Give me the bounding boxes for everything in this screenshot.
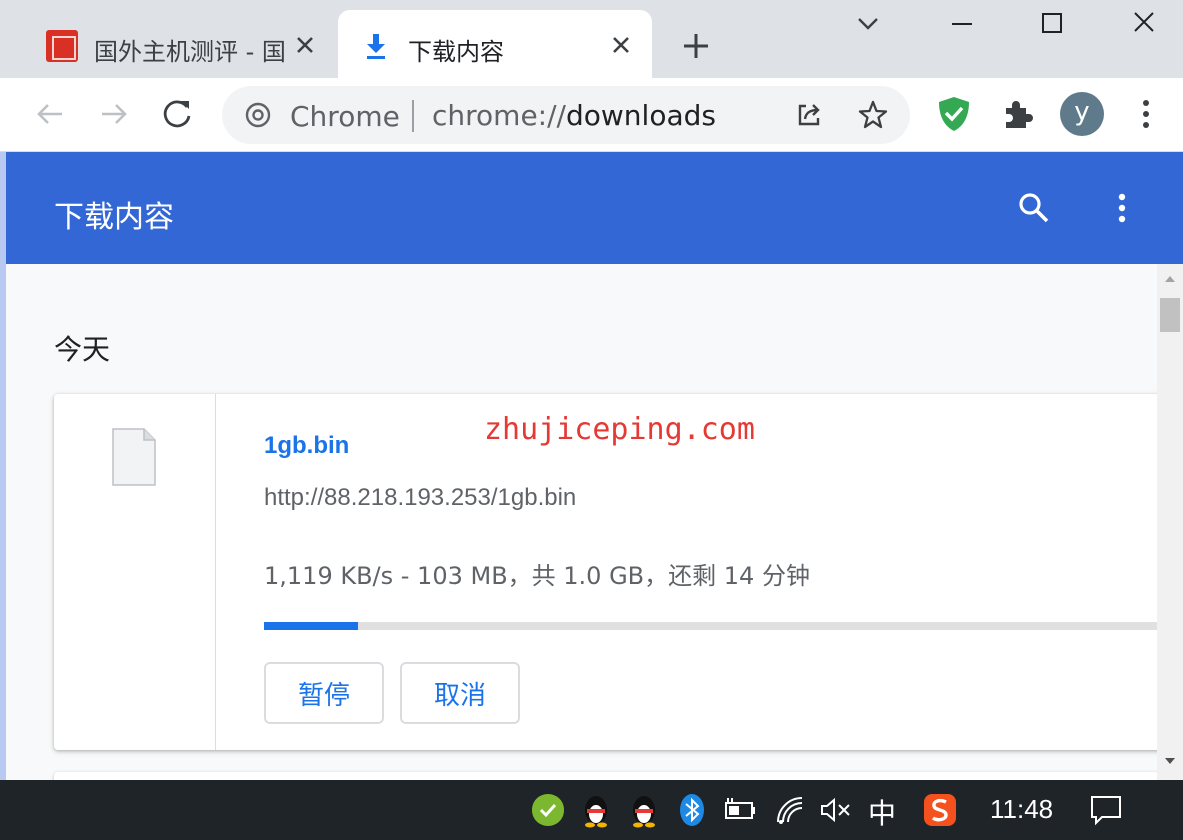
search-icon[interactable] [1014,188,1054,228]
file-name-link[interactable]: 1gb.bin [264,432,349,460]
wifi-icon[interactable] [772,792,808,828]
site-logo-icon [46,30,78,62]
security-chip[interactable]: Chrome [290,100,400,133]
forward-button[interactable] [92,92,136,136]
download-progress-fill [264,622,358,630]
profile-avatar[interactable]: y [1060,92,1104,136]
maximize-button[interactable] [1032,6,1072,42]
tab-title: 国外主机测评 - 国 [94,38,284,66]
notification-center-icon[interactable] [1088,792,1124,828]
download-progress-bar [264,622,1157,630]
address-bar[interactable]: Chrome chrome://downloads [222,86,910,144]
window-close-button[interactable] [1124,6,1164,42]
minimize-button[interactable] [942,6,982,42]
battery-icon[interactable] [722,792,758,828]
system-clock[interactable]: 11:48 [990,794,1053,825]
pause-button[interactable]: 暂停 [264,662,384,724]
back-button[interactable] [28,92,72,136]
download-item: 1gb.bin http://88.218.193.253/1gb.bin 1,… [54,394,1157,750]
close-icon[interactable] [290,30,320,60]
reload-button[interactable] [156,92,200,136]
scrollbar-thumb[interactable] [1160,298,1180,332]
new-tab-button[interactable] [676,26,716,66]
close-icon[interactable] [606,30,636,60]
share-icon[interactable] [792,98,826,132]
windows-taskbar: 中 11:48 [0,780,1183,840]
file-icon [112,428,156,486]
adguard-shield-icon[interactable] [934,94,974,134]
browser-toolbar: Chrome chrome://downloads y [0,78,1183,152]
scroll-down-arrow-icon[interactable] [1163,754,1177,768]
qq-penguin-icon[interactable] [626,792,662,828]
tab-strip: 国外主机测评 - 国 下载内容 [0,0,1183,78]
scroll-up-arrow-icon[interactable] [1163,272,1177,286]
chrome-logo-icon [245,102,271,128]
watermark-text: zhujiceping.com [484,412,755,447]
chrome-menu-icon[interactable] [1130,94,1162,134]
downloads-header: 下载内容 [6,152,1183,264]
bookmark-star-icon[interactable] [856,98,890,132]
input-method-indicator[interactable]: 中 [868,792,896,832]
download-status: 1,119 KB/s - 103 MB，共 1.0 GB，还剩 14 分钟 [264,562,810,590]
volume-muted-icon[interactable] [818,792,854,828]
download-item-next [54,772,1157,780]
chip-divider [412,100,414,132]
file-source-url[interactable]: http://88.218.193.253/1gb.bin [264,484,576,512]
page-title: 下载内容 [54,200,174,235]
file-icon-column [54,394,216,750]
tab-title: 下载内容 [408,38,504,66]
cancel-button[interactable]: 取消 [400,662,520,724]
date-section-header: 今天 [54,333,111,366]
tab-search-chevron-icon[interactable] [848,6,888,42]
download-icon [367,34,385,59]
more-options-icon[interactable] [1102,188,1142,228]
security-tray-icon[interactable] [530,792,566,828]
downloads-list: 今天 1gb.bin http://88.218.193.253/1gb.bin… [6,264,1157,780]
url-text[interactable]: chrome://downloads [432,99,716,132]
qq-penguin-icon[interactable] [578,792,614,828]
extensions-puzzle-icon[interactable] [998,94,1038,134]
tab-downloads[interactable]: 下载内容 [338,10,652,78]
vertical-scrollbar[interactable] [1157,264,1183,780]
sogou-input-icon[interactable] [922,792,958,828]
tab-zhujiceping[interactable]: 国外主机测评 - 国 [6,10,336,78]
bluetooth-icon[interactable] [674,792,710,828]
